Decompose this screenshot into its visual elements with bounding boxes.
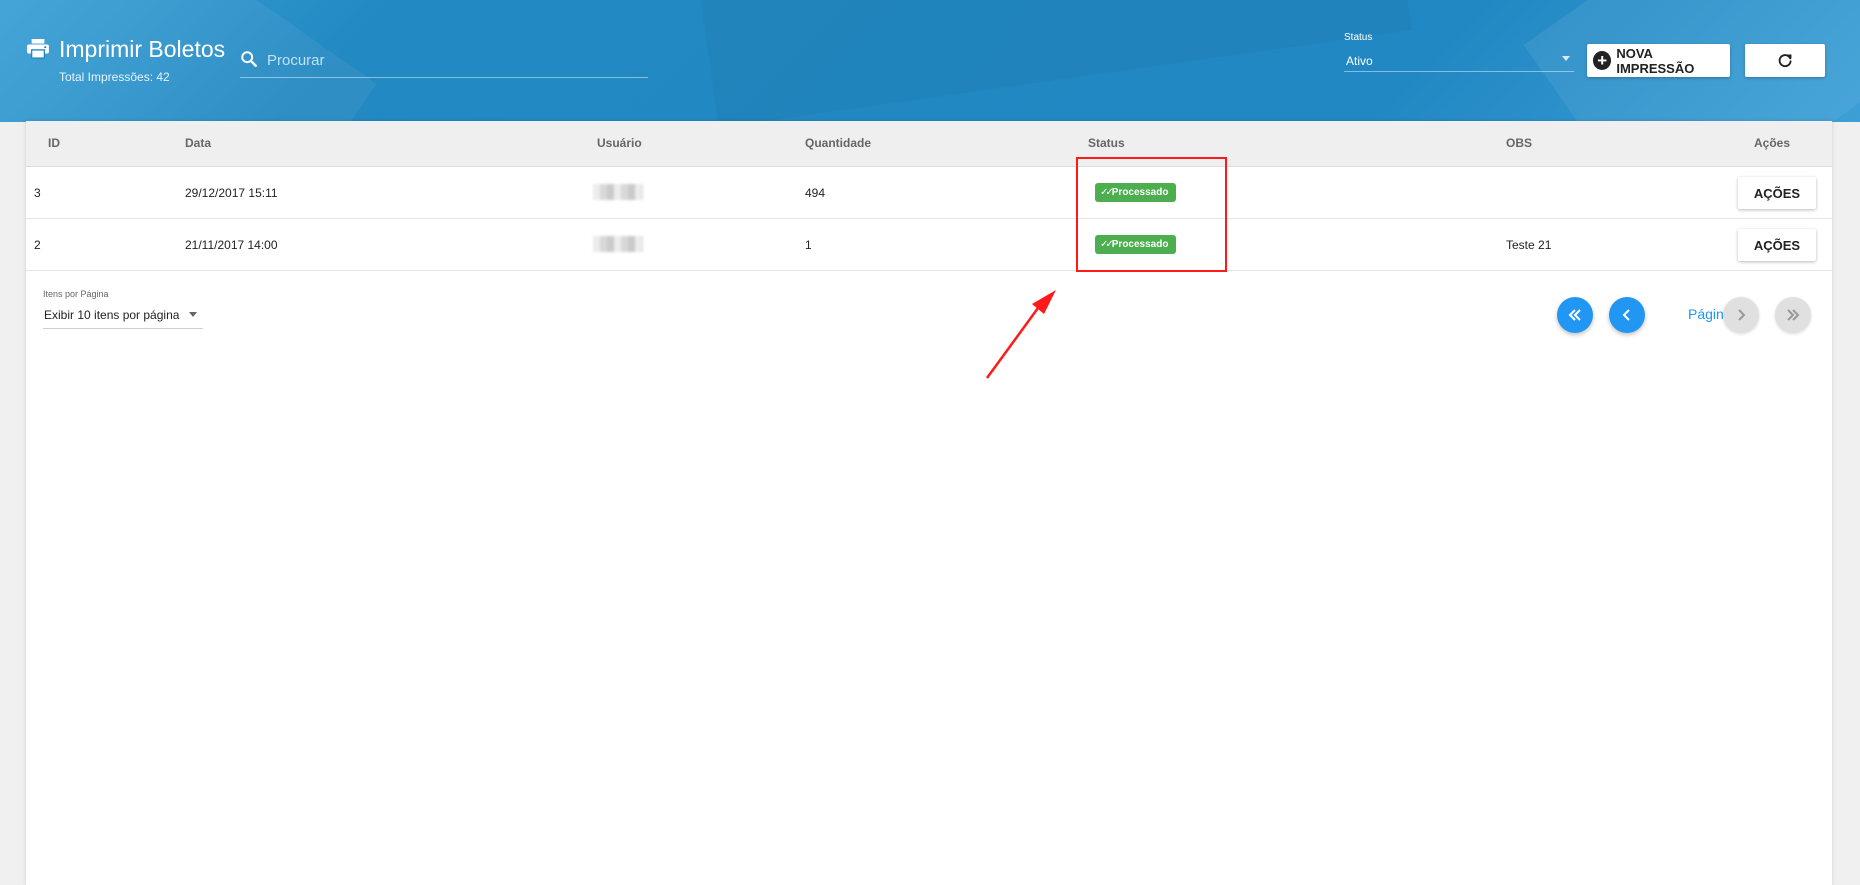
cell-quantidade: 494 <box>805 186 826 200</box>
column-header-acoes: Ações <box>1754 136 1791 150</box>
actions-button[interactable]: AÇÕES <box>1738 229 1816 261</box>
chevron-double-left-icon <box>1568 309 1581 321</box>
table-header: ID Data Usuário Quantidade Status OBS Aç… <box>26 121 1832 167</box>
first-page-button[interactable] <box>1557 297 1593 333</box>
chevron-right-icon <box>1738 309 1746 321</box>
page-title: Imprimir Boletos <box>59 36 226 62</box>
column-header-quantidade[interactable]: Quantidade <box>805 136 871 150</box>
cell-usuario-redacted <box>593 236 643 252</box>
column-header-id[interactable]: ID <box>48 136 60 150</box>
refresh-button[interactable] <box>1745 44 1825 77</box>
caret-down-icon <box>189 312 197 317</box>
refresh-icon <box>1778 54 1792 68</box>
caret-down-icon <box>1562 56 1570 61</box>
items-per-page-value: Exibir 10 itens por página <box>44 308 180 322</box>
plus-circle-icon: + <box>1593 51 1612 70</box>
items-per-page-select[interactable]: Itens por Página Exibir 10 itens por pág… <box>43 289 203 329</box>
cell-usuario-redacted <box>593 184 643 200</box>
page-header: Imprimir Boletos Total Impressões: 42 St… <box>0 0 1860 122</box>
cell-obs: Teste 21 <box>1506 238 1552 252</box>
cell-id: 2 <box>34 238 41 252</box>
status-select-label: Status <box>1344 32 1373 43</box>
column-header-data[interactable]: Data <box>185 136 211 150</box>
status-badge-label: Processado <box>1111 239 1169 250</box>
table-row: 3 29/12/2017 15:11 494 ✓✓ Processado AÇÕ… <box>26 167 1832 219</box>
search-bar <box>240 48 648 78</box>
status-select[interactable]: Status Ativo <box>1344 32 1574 72</box>
last-page-button[interactable] <box>1775 297 1811 333</box>
check-double-icon: ✓✓ <box>1100 239 1114 250</box>
new-print-button[interactable]: + NOVA IMPRESSÃO <box>1587 44 1730 77</box>
search-icon <box>241 51 257 67</box>
check-double-icon: ✓✓ <box>1100 187 1114 198</box>
cell-data: 29/12/2017 15:11 <box>185 186 278 200</box>
table-row: 2 21/11/2017 14:00 1 ✓✓ Processado Teste… <box>26 219 1832 271</box>
cell-data: 21/11/2017 14:00 <box>185 238 278 252</box>
column-header-usuario[interactable]: Usuário <box>597 136 642 150</box>
status-badge-label: Processado <box>1111 187 1169 198</box>
previous-page-button[interactable] <box>1609 297 1645 333</box>
total-prints-count: Total Impressões: 42 <box>59 70 170 84</box>
status-badge: ✓✓ Processado <box>1095 235 1176 254</box>
chevron-left-icon <box>1622 309 1630 321</box>
column-header-obs[interactable]: OBS <box>1506 136 1532 150</box>
items-per-page-label: Itens por Página <box>43 289 109 299</box>
chevron-double-right-icon <box>1787 309 1800 321</box>
status-select-value: Ativo <box>1346 54 1373 68</box>
cell-quantidade: 1 <box>805 238 812 252</box>
printer-icon <box>27 39 49 59</box>
search-input[interactable] <box>267 48 647 72</box>
new-print-button-label: NOVA IMPRESSÃO <box>1616 45 1695 76</box>
column-header-status[interactable]: Status <box>1088 136 1125 150</box>
actions-button[interactable]: AÇÕES <box>1738 177 1816 209</box>
prints-table-card: ID Data Usuário Quantidade Status OBS Aç… <box>26 121 1832 885</box>
cell-id: 3 <box>34 186 41 200</box>
next-page-button[interactable] <box>1723 297 1759 333</box>
status-badge: ✓✓ Processado <box>1095 183 1176 202</box>
